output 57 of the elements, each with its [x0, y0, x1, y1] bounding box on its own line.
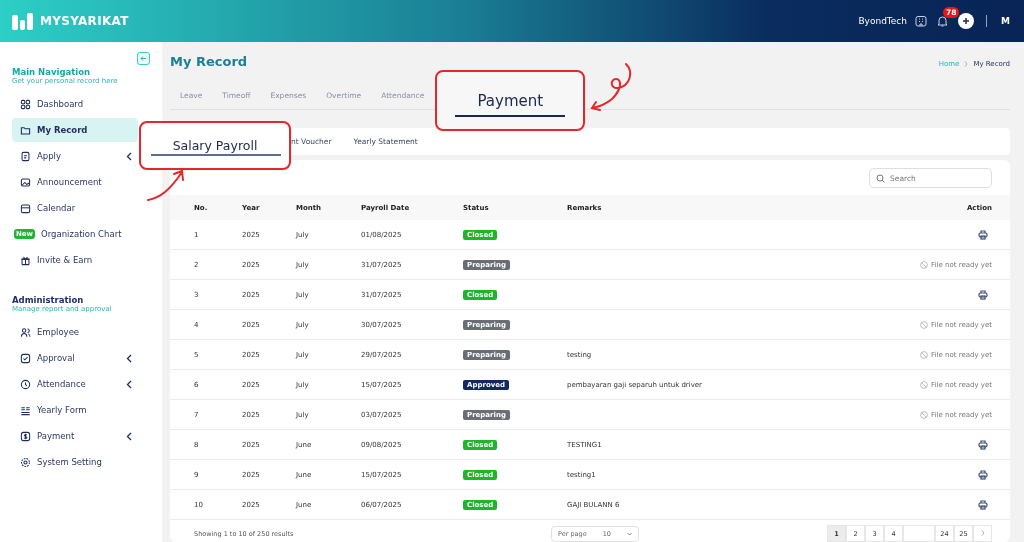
- users-icon: [20, 326, 31, 338]
- printer-icon: [978, 469, 988, 480]
- dollar-icon: [20, 430, 31, 442]
- section-title: Main Navigation: [12, 67, 92, 77]
- bell-icon[interactable]: [937, 15, 949, 27]
- printer-icon: [978, 289, 988, 300]
- add-button[interactable]: [958, 13, 975, 29]
- document-icon: [20, 150, 31, 162]
- search-icon: [876, 174, 885, 183]
- folder-icon: [20, 124, 31, 136]
- calendar-icon: [20, 202, 31, 214]
- printer-icon: [978, 229, 988, 240]
- sidebar-item[interactable]: Announcement: [12, 170, 138, 194]
- company-name: ByondTech: [858, 16, 908, 26]
- print-button[interactable]: [978, 499, 988, 510]
- list-icon: [20, 404, 31, 416]
- gift-icon: [20, 254, 31, 266]
- sidebar-item[interactable]: Dashboard: [12, 92, 138, 116]
- blocked-icon: [920, 260, 929, 269]
- printer-icon: [978, 439, 988, 450]
- logo-icon: [12, 12, 34, 30]
- tab[interactable]: Salary Payroll: [139, 121, 291, 170]
- sidebar-item[interactable]: Apply: [12, 144, 138, 168]
- arrow-left-icon: [140, 55, 147, 62]
- gear-icon: [20, 456, 31, 468]
- chevron-right-icon: [980, 529, 985, 536]
- user-initial[interactable]: M: [1001, 16, 1010, 26]
- page-title: My Record: [170, 54, 248, 69]
- print-button[interactable]: [978, 289, 988, 300]
- image-icon: [20, 176, 31, 188]
- section-title: Administration: [12, 295, 85, 305]
- sidebar-item[interactable]: Yearly Form: [12, 398, 138, 422]
- sidebar-item[interactable]: Approval: [12, 346, 138, 370]
- building-icon[interactable]: [915, 15, 928, 27]
- printer-icon: [978, 499, 988, 510]
- print-button[interactable]: [978, 229, 988, 240]
- blocked-icon: [920, 410, 929, 419]
- print-button[interactable]: [978, 439, 988, 450]
- sidebar-item[interactable]: Attendance: [12, 372, 138, 396]
- tab[interactable]: Payment: [435, 70, 586, 131]
- chevron-right-icon: [964, 61, 969, 67]
- sidebar-item[interactable]: My Record: [12, 118, 138, 142]
- clock-icon: [20, 378, 31, 390]
- sidebar-item[interactable]: Invite & Earn: [12, 248, 138, 272]
- caret-icon: [627, 531, 632, 536]
- plus-icon: [962, 17, 971, 25]
- brand-name: MYSYARIKAT: [40, 14, 129, 28]
- blocked-icon: [920, 380, 929, 389]
- sidebar-item[interactable]: System Setting: [12, 450, 138, 474]
- sidebar-item[interactable]: Payment: [12, 424, 138, 448]
- blocked-icon: [920, 320, 929, 329]
- checkbox-icon: [20, 352, 31, 364]
- sidebar-item[interactable]: Calendar: [12, 196, 138, 220]
- blocked-icon: [920, 350, 929, 359]
- print-button[interactable]: [978, 469, 988, 480]
- sidebar-item[interactable]: Employee: [12, 320, 138, 344]
- grid-icon: [20, 98, 31, 110]
